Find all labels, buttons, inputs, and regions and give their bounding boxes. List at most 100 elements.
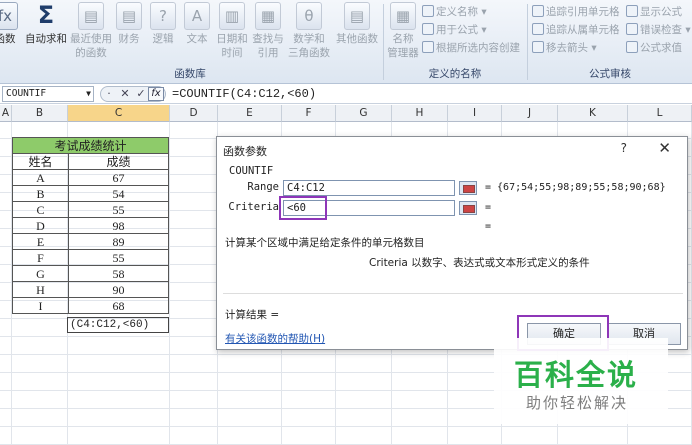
show-formulas-button[interactable]: 显示公式 <box>626 4 682 20</box>
column-header-c[interactable]: C <box>68 105 170 122</box>
criteria-collapse-icon[interactable] <box>459 201 477 215</box>
student-name-cell[interactable]: D <box>12 217 69 234</box>
column-header-h[interactable]: H <box>392 105 448 122</box>
student-name-cell[interactable]: I <box>12 297 69 314</box>
column-header-b[interactable]: B <box>12 105 68 122</box>
ribbon-formulas-tab: fx 函数 Σ 自动求和 ▤ 最近使用 的函数 ▤ 财务 ? 逻辑 A 文本 ▥… <box>0 0 692 84</box>
recent-functions-label: 最近使用 <box>70 33 112 45</box>
lookup-reference-button[interactable]: ▦ 查找与 引用 <box>250 2 286 64</box>
trace-precedents-button[interactable]: 追踪引用单元格 <box>532 4 620 20</box>
student-name-cell[interactable]: A <box>12 169 69 186</box>
arguments-group: COUNTIF Range C4:C12 = {67;54;55;98;89;5… <box>223 161 681 233</box>
evaluate-formula-label: 公式求值 <box>640 42 682 54</box>
insert-function-button[interactable]: fx 函数 <box>0 2 20 64</box>
confirm-edit-icon[interactable]: ✓ <box>133 87 149 101</box>
create-from-selection-button[interactable]: 根据所选内容创建 <box>422 40 520 56</box>
score-cell[interactable]: 67 <box>68 169 169 186</box>
error-checking-button[interactable]: 错误检查 ▾ <box>626 22 691 38</box>
show-formulas-label: 显示公式 <box>640 6 682 18</box>
header-name[interactable]: 姓名 <box>12 153 69 170</box>
formula-input[interactable]: =COUNTIF(C4:C12,<60) <box>172 86 316 102</box>
column-header-i[interactable]: I <box>448 105 502 122</box>
text-icon: A <box>184 2 210 30</box>
logical-button[interactable]: ? 逻辑 <box>148 2 178 64</box>
table-row: B 54 <box>12 185 169 202</box>
date-time-label: 日期和 <box>216 33 248 45</box>
score-cell[interactable]: 54 <box>68 185 169 202</box>
table-row: A 67 <box>12 169 169 186</box>
formula-bar: COUNTIF ▼ · ✕ ✓ fx =COUNTIF(C4:C12,<60) <box>0 84 692 104</box>
range-collapse-icon[interactable] <box>459 181 477 195</box>
define-name-button[interactable]: 定义名称 ▾ <box>422 4 487 20</box>
column-header-k[interactable]: K <box>558 105 628 122</box>
column-header-l[interactable]: L <box>628 105 692 122</box>
trace-dependents-label: 追踪从属单元格 <box>546 24 620 36</box>
student-name-cell[interactable]: G <box>12 265 69 282</box>
insert-function-fx-button[interactable]: fx <box>148 87 164 101</box>
financial-button[interactable]: ▤ 财务 <box>114 2 144 64</box>
score-cell[interactable]: 55 <box>68 201 169 218</box>
text-functions-button[interactable]: A 文本 <box>182 2 212 64</box>
excel-window: fx 函数 Σ 自动求和 ▤ 最近使用 的函数 ▤ 财务 ? 逻辑 A 文本 ▥… <box>0 0 692 445</box>
lookup-label: 查找与 <box>252 33 284 45</box>
date-time-button[interactable]: ▥ 日期和 时间 <box>214 2 250 64</box>
name-manager-button[interactable]: ▦ 名称 管理器 <box>386 2 420 64</box>
student-name-cell[interactable]: H <box>12 281 69 298</box>
score-cell[interactable]: 90 <box>68 281 169 298</box>
help-link[interactable]: 有关该函数的帮助(H) <box>225 331 325 346</box>
math-trig-label: 数学和 <box>293 33 325 45</box>
student-name-cell[interactable]: B <box>12 185 69 202</box>
close-icon[interactable]: ✕ <box>658 139 671 157</box>
separator-dots-icon: · <box>107 87 111 100</box>
range-result: = {67;54;55;98;89;55;58;90;68} <box>485 182 666 193</box>
define-name-icon <box>422 5 434 17</box>
student-name-cell[interactable]: E <box>12 233 69 250</box>
name-box[interactable]: COUNTIF ▼ <box>2 86 94 102</box>
error-checking-label: 错误检查 <box>640 24 682 36</box>
student-name-cell[interactable]: C <box>12 201 69 218</box>
math-trig-sublabel: 三角函数 <box>288 47 330 59</box>
header-score[interactable]: 成绩 <box>68 153 169 170</box>
logical-label: 逻辑 <box>152 33 174 45</box>
name-manager-icon: ▦ <box>390 2 416 30</box>
math-trig-button[interactable]: θ 数学和 三角函数 <box>284 2 334 64</box>
use-in-formula-button[interactable]: 用于公式 ▾ <box>422 22 487 38</box>
more-functions-button[interactable]: ▤ 其他函数 <box>334 2 380 64</box>
score-cell[interactable]: 55 <box>68 249 169 266</box>
create-from-selection-icon <box>422 41 434 53</box>
column-header-j[interactable]: J <box>502 105 558 122</box>
function-arguments-dialog: 函数参数 ? ✕ COUNTIF Range C4:C12 = {67;54;5… <box>216 136 688 351</box>
evaluate-formula-button[interactable]: 公式求值 <box>626 40 682 56</box>
group-label-function-library: 函数库 <box>174 68 206 80</box>
table-row: H 90 <box>12 281 169 298</box>
table-row: F 55 <box>12 249 169 266</box>
dialog-title: 函数参数 <box>223 145 267 158</box>
trace-precedents-icon <box>532 5 544 17</box>
score-table: 考试成绩统计 姓名 成绩 A 67 B 54 C 55 D 98 E 89 F 55 G 58 H 90 I 68 <box>12 137 169 314</box>
score-cell[interactable]: 68 <box>68 297 169 314</box>
column-header-f[interactable]: F <box>282 105 336 122</box>
remove-arrows-button[interactable]: 移去箭头 ▾ <box>532 40 597 56</box>
student-name-cell[interactable]: F <box>12 249 69 266</box>
table-title[interactable]: 考试成绩统计 <box>12 137 169 154</box>
watermark-title: 百科全说 <box>514 358 639 392</box>
autosum-label: 自动求和 <box>25 33 67 45</box>
group-label-formula-auditing: 公式审核 <box>589 68 631 80</box>
cancel-edit-icon[interactable]: ✕ <box>117 87 133 101</box>
trace-dependents-button[interactable]: 追踪从属单元格 <box>532 22 620 38</box>
show-formulas-icon <box>626 5 638 17</box>
error-checking-icon <box>626 23 638 35</box>
score-cell[interactable]: 89 <box>68 233 169 250</box>
help-icon[interactable]: ? <box>621 141 627 155</box>
column-header-g[interactable]: G <box>336 105 392 122</box>
column-header-e[interactable]: E <box>218 105 282 122</box>
score-cell[interactable]: 98 <box>68 217 169 234</box>
editing-cell-c13[interactable]: (C4:C12,<60) <box>67 317 169 333</box>
column-header-d[interactable]: D <box>170 105 218 122</box>
autosum-button[interactable]: Σ 自动求和 <box>22 2 70 64</box>
recent-functions-button[interactable]: ▤ 最近使用 的函数 <box>68 2 114 64</box>
evaluate-formula-icon <box>626 41 638 53</box>
score-cell[interactable]: 58 <box>68 265 169 282</box>
range-input[interactable]: C4:C12 <box>283 180 455 196</box>
column-header-a[interactable]: A <box>0 105 12 122</box>
